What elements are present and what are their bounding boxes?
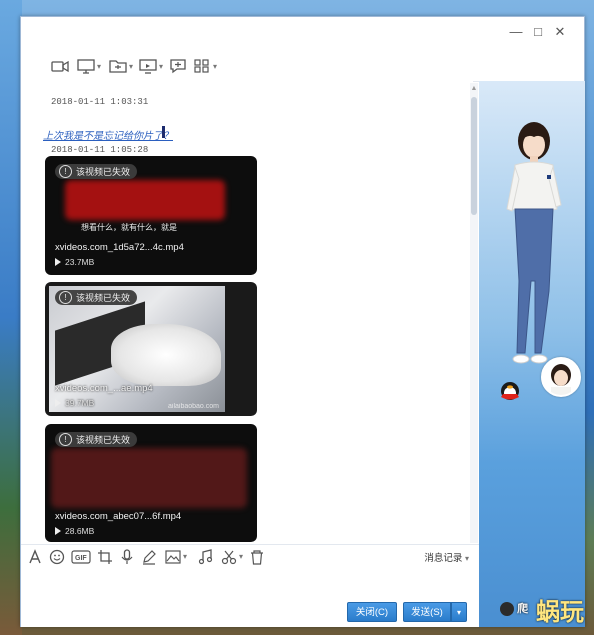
trash-icon[interactable] xyxy=(249,549,265,565)
image-icon[interactable] xyxy=(165,549,181,565)
expired-banner: ! 该视频已失效 xyxy=(55,432,138,447)
pen-icon[interactable] xyxy=(141,549,157,565)
chevron-down-icon[interactable]: ▾ xyxy=(239,552,243,561)
brand-watermark: 蜗玩 xyxy=(536,599,584,626)
scissors-icon[interactable] xyxy=(221,549,237,565)
file-size: 28.6MB xyxy=(55,526,94,536)
close-chat-button[interactable]: 关闭(C) xyxy=(347,602,397,622)
music-icon[interactable] xyxy=(197,549,213,565)
emoji-icon[interactable] xyxy=(49,549,65,565)
input-toolbar: GIF ▾ ▾ 消息记录 ▾ xyxy=(21,544,479,569)
gif-icon[interactable]: GIF xyxy=(71,549,91,565)
desktop-background xyxy=(0,0,22,635)
quoted-message-text[interactable]: 上次我是不是忘记给你片了？ xyxy=(43,127,173,142)
apps-grid-icon[interactable]: ▾ xyxy=(193,57,217,75)
voice-icon[interactable] xyxy=(119,549,135,565)
penguin-icon[interactable] xyxy=(497,377,523,401)
info-icon: ! xyxy=(59,165,72,178)
app-watermark: 爬 xyxy=(500,600,528,617)
add-chat-icon[interactable] xyxy=(169,57,187,75)
send-button[interactable]: 发送(S) xyxy=(403,602,451,622)
redacted-thumbnail xyxy=(51,448,247,508)
file-size: 39.7MB xyxy=(55,398,94,408)
message-timestamp: 2018-01-11 1:03:31 xyxy=(51,97,149,107)
video-call-icon[interactable] xyxy=(51,57,69,75)
screen-share-icon[interactable]: ▾ xyxy=(77,57,101,75)
chat-window: — □ ✕ ▾ ▾ ▾ ▾ 2018-01-11 1:03:31 上次我是不是忘… xyxy=(20,16,585,627)
redacted-thumbnail xyxy=(65,180,225,220)
contact-show-panel xyxy=(479,81,585,627)
maximize-button[interactable]: □ xyxy=(529,24,547,39)
play-icon xyxy=(55,399,61,407)
file-name: xvideos.com_abec07...6f.mp4 xyxy=(55,511,182,522)
remote-desktop-icon[interactable]: ▾ xyxy=(139,57,163,75)
video-file-card[interactable]: ailaibaobao.com ! 该视频已失效 xvideos.com_...… xyxy=(45,282,257,416)
file-size: 23.7MB xyxy=(55,257,94,267)
title-bar: — □ ✕ xyxy=(21,17,584,51)
send-bar: 关闭(C) 发送(S) ▾ xyxy=(21,598,479,627)
chat-toolbar: ▾ ▾ ▾ ▾ xyxy=(21,51,479,82)
expired-banner: ! 该视频已失效 xyxy=(55,164,138,179)
play-icon xyxy=(55,258,61,266)
file-name: xvideos.com_1d5a72...4c.mp4 xyxy=(55,242,184,253)
close-button[interactable]: ✕ xyxy=(551,24,569,40)
text-cursor xyxy=(162,126,165,138)
video-file-card[interactable]: ! 该视频已失效 xvideos.com_abec07...6f.mp4 28.… xyxy=(45,424,257,542)
thumbnail-watermark: ailaibaobao.com xyxy=(168,403,219,410)
info-icon: ! xyxy=(59,291,72,304)
font-icon[interactable] xyxy=(27,549,43,565)
chat-scrollbar[interactable]: ▲ xyxy=(470,83,478,543)
svg-text:GIF: GIF xyxy=(75,555,87,562)
send-file-icon[interactable]: ▾ xyxy=(109,57,133,75)
message-input[interactable] xyxy=(21,568,479,598)
minimize-button[interactable]: — xyxy=(507,24,525,39)
app-logo-icon xyxy=(500,602,514,617)
message-history-link[interactable]: 消息记录 ▾ xyxy=(424,550,469,564)
scroll-up-icon[interactable]: ▲ xyxy=(470,85,478,92)
message-timestamp: 2018-01-11 1:05:28 xyxy=(51,145,149,155)
screenshot-icon[interactable] xyxy=(97,549,113,565)
play-icon xyxy=(55,527,61,535)
info-icon: ! xyxy=(59,433,72,446)
message-list[interactable]: 2018-01-11 1:03:31 上次我是不是忘记给你片了？ 2018-01… xyxy=(21,81,473,544)
avatar[interactable] xyxy=(541,357,581,397)
avatar-figure xyxy=(506,122,562,364)
video-file-card[interactable]: ! 该视频已失效 想看什么，就有什么，就是 xvideos.com_1d5a72… xyxy=(45,156,257,275)
send-options-button[interactable]: ▾ xyxy=(451,602,467,622)
scroll-thumb[interactable] xyxy=(471,97,477,215)
expired-banner: ! 该视频已失效 xyxy=(55,290,138,305)
file-name: xvideos.com_...ae.mp4 xyxy=(55,383,153,394)
chevron-down-icon[interactable]: ▾ xyxy=(183,552,187,561)
thumbnail-caption: 想看什么，就有什么，就是 xyxy=(81,223,177,232)
